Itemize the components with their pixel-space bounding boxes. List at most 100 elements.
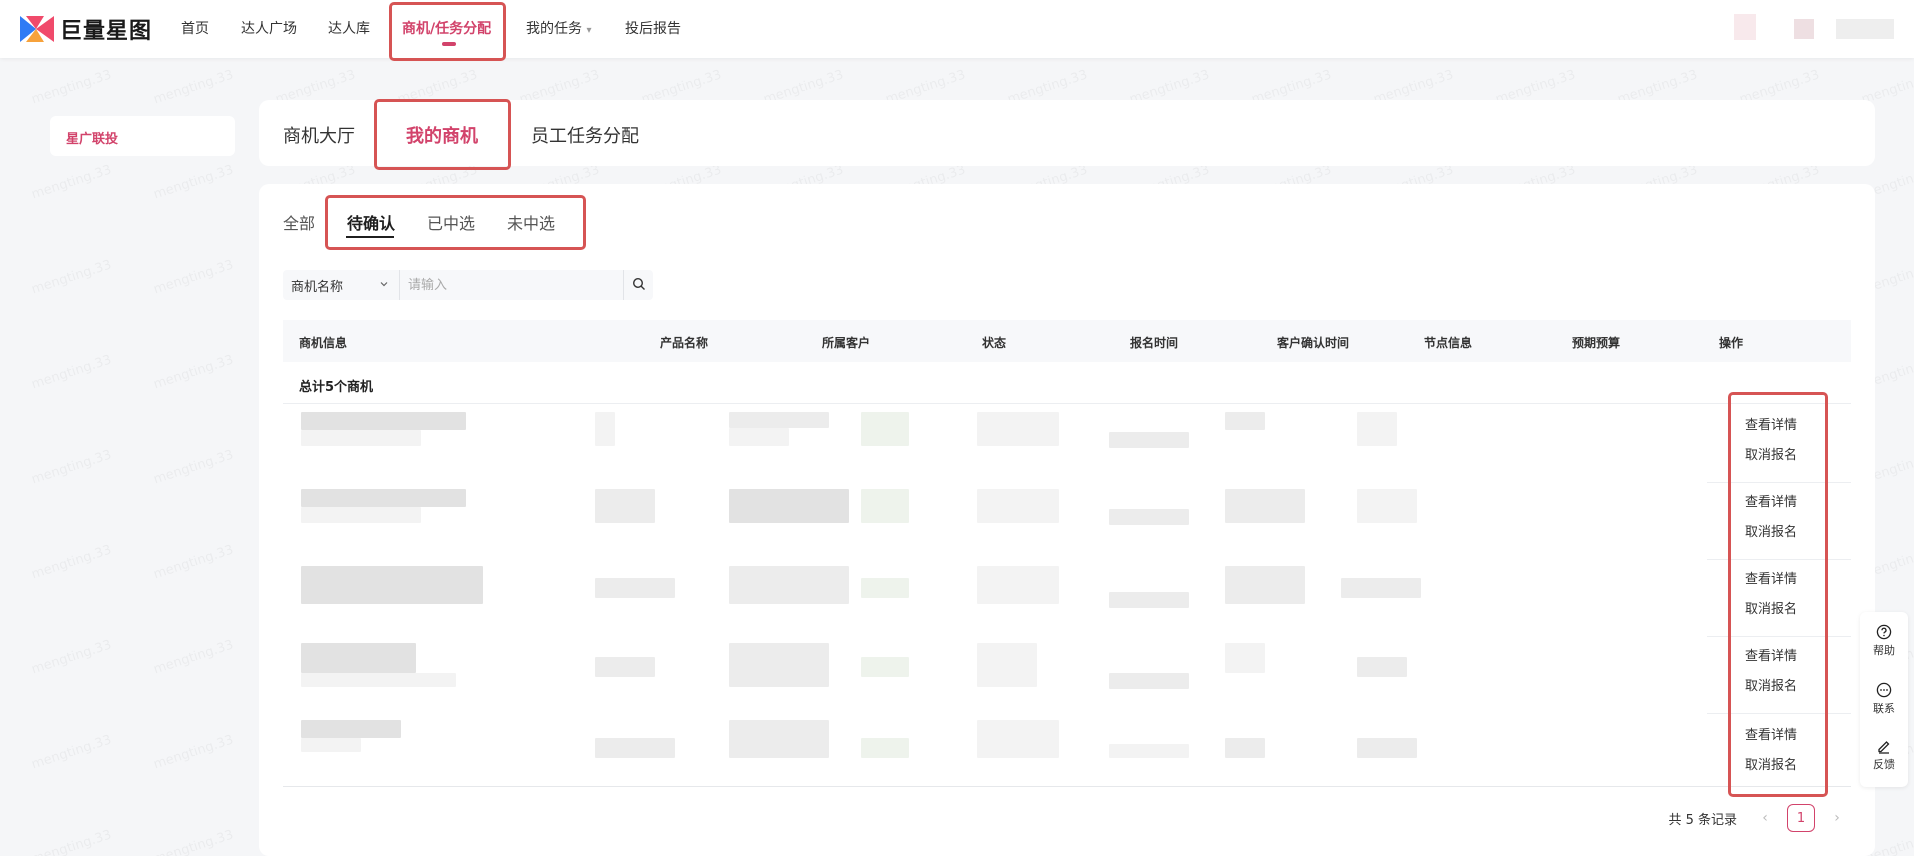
highlight-box-tab: [374, 99, 511, 170]
contact-label: 联系: [1873, 702, 1895, 715]
redacted-opportunity-info: [301, 673, 456, 687]
watermark-text: mengting.33: [152, 163, 236, 203]
chevron-right-icon[interactable]: ›: [1823, 804, 1851, 832]
help-button[interactable]: 帮助: [1860, 624, 1908, 658]
contact-button[interactable]: 联系: [1860, 682, 1908, 716]
opportunity-list-panel: 全部 待确认 已中选 未中选 商机名称 商机信息 产品名称 所属客户 状态 报名…: [259, 184, 1875, 856]
redacted-status: [861, 578, 909, 598]
redacted-product: [595, 578, 675, 598]
redacted-opportunity-info: [301, 643, 416, 673]
page-number[interactable]: 1: [1787, 804, 1815, 832]
highlight-box-nav: [389, 2, 506, 61]
table-bottom-border: [283, 786, 1851, 787]
redacted-signup-time: [977, 489, 1059, 523]
redacted-signup-time: [977, 412, 1059, 446]
redacted-client: [729, 566, 849, 604]
redacted-confirm-time: [1109, 432, 1189, 448]
tab-staff-task-assignment[interactable]: 员工任务分配: [531, 122, 639, 148]
watermark-text: mengting.33: [30, 828, 114, 856]
column-header: 所属客户: [822, 336, 871, 350]
watermark-text: mengting.33: [152, 828, 236, 856]
redacted-confirm-time: [1109, 509, 1189, 525]
redacted-product: [595, 738, 675, 758]
column-header: 报名时间: [1130, 336, 1179, 350]
redacted-opportunity-info: [301, 720, 401, 738]
watermark-text: mengting.33: [30, 353, 114, 393]
chevron-left-icon[interactable]: ‹: [1751, 804, 1779, 832]
account-name[interactable]: [1836, 19, 1894, 39]
table-row: 查看详情 取消报名: [283, 406, 1851, 483]
watermark-text: mengting.33: [30, 733, 114, 773]
brand-logo-icon: [20, 16, 54, 42]
redacted-opportunity-info: [301, 430, 421, 446]
watermark-text: mengting.33: [30, 543, 114, 583]
feedback-label: 反馈: [1873, 758, 1895, 771]
watermark-text: mengting.33: [152, 68, 236, 108]
watermark-text: mengting.33: [30, 258, 114, 298]
table-row: 查看详情 取消报名: [283, 560, 1851, 637]
top-navigation: 巨量星图 首页 达人广场 达人库 商机/任务分配 我的任务 ▾ 投后报告: [0, 0, 1914, 58]
watermark-text: mengting.33: [30, 163, 114, 203]
redacted-client: [729, 720, 829, 758]
feedback-button[interactable]: 反馈: [1860, 738, 1908, 772]
redacted-budget: [1357, 489, 1417, 523]
redacted-confirm-time: [1109, 744, 1189, 758]
chevron-down-icon: [379, 278, 389, 293]
redacted-opportunity-info: [301, 489, 466, 507]
table-row: 查看详情 取消报名: [283, 637, 1851, 714]
avatar[interactable]: [1734, 14, 1756, 40]
watermark-text: mengting.33: [152, 638, 236, 678]
highlight-box-actions: [1728, 392, 1828, 797]
table-header: 商机信息 产品名称 所属客户 状态 报名时间 客户确认时间 节点信息 预期预算 …: [283, 320, 1851, 362]
watermark-text: mengting.33: [30, 68, 114, 108]
pagination: 共 5 条记录 ‹ 1 ›: [1668, 804, 1851, 832]
search-field-select[interactable]: 商机名称: [283, 270, 400, 300]
redacted-node-info: [1225, 566, 1305, 604]
redacted-status: [861, 738, 909, 758]
subtab-all[interactable]: 全部: [283, 210, 315, 234]
redacted-confirm-time: [1109, 673, 1189, 689]
nav-item-my-tasks-label: 我的任务: [526, 21, 582, 37]
brand-name: 巨量星图: [60, 19, 153, 44]
redacted-confirm-time: [1109, 592, 1189, 608]
column-header: 状态: [982, 336, 1007, 350]
nav-item-my-tasks[interactable]: 我的任务 ▾: [526, 18, 591, 38]
chevron-down-icon: ▾: [586, 25, 592, 36]
nav-item-creator-square[interactable]: 达人广场: [241, 18, 297, 38]
table-summary-row: 总计5个商机: [283, 362, 1851, 404]
search-input[interactable]: [400, 270, 623, 300]
total-count: 总计5个商机: [299, 380, 374, 395]
column-header: 商机信息: [299, 336, 348, 350]
tab-opportunity-hall[interactable]: 商机大厅: [283, 122, 355, 148]
watermark-text: mengting.33: [152, 258, 236, 298]
edit-icon: [1860, 738, 1908, 754]
watermark-text: mengting.33: [152, 543, 236, 583]
redacted-status: [861, 412, 909, 446]
column-header: 操作: [1719, 336, 1744, 350]
redacted-budget: [1341, 578, 1421, 598]
redacted-client: [729, 643, 829, 687]
search-button[interactable]: [623, 270, 653, 300]
redacted-product: [595, 412, 615, 446]
side-toolbar: 帮助 联系 反馈: [1860, 612, 1908, 787]
brand-logo[interactable]: 巨量星图: [20, 13, 152, 45]
redacted-signup-time: [977, 643, 1037, 687]
table-row: 查看详情 取消报名: [283, 714, 1851, 791]
search-icon: [632, 276, 646, 295]
search-field-label: 商机名称: [291, 279, 344, 295]
pagination-summary: 共 5 条记录: [1668, 812, 1737, 828]
redacted-node-info: [1225, 489, 1305, 523]
sidebar-item-xingguang[interactable]: 星广联投: [66, 128, 118, 147]
account-icon[interactable]: [1794, 19, 1814, 39]
nav-item-creator-library[interactable]: 达人库: [328, 18, 370, 38]
redacted-product: [595, 657, 655, 677]
watermark-text: mengting.33: [30, 448, 114, 488]
nav-item-post-report[interactable]: 投后报告: [625, 18, 681, 38]
redacted-opportunity-info: [301, 507, 421, 523]
column-header: 预期预算: [1572, 336, 1621, 350]
redacted-opportunity-info: [301, 738, 361, 752]
nav-item-home[interactable]: 首页: [181, 18, 209, 38]
help-icon: [1860, 624, 1908, 640]
search-bar: 商机名称: [283, 270, 653, 300]
redacted-signup-time: [977, 720, 1059, 758]
